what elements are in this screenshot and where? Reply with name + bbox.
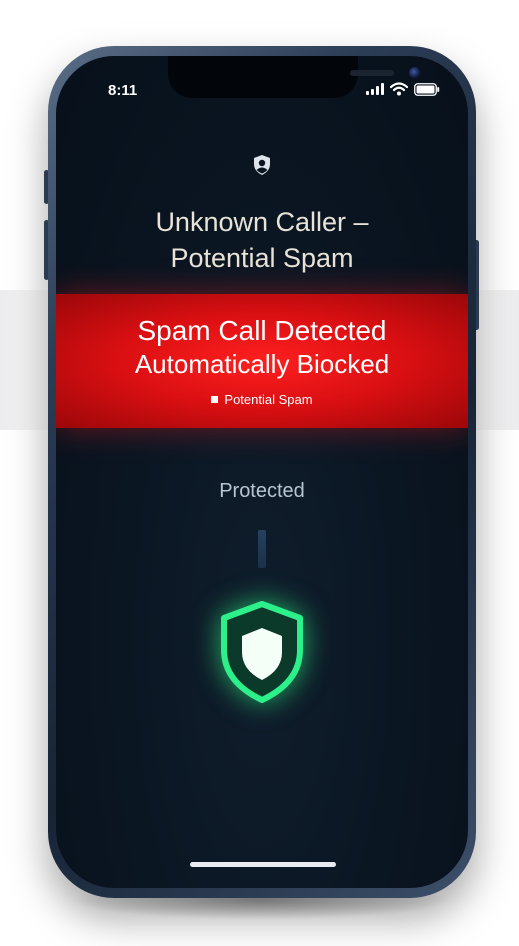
caller-title: Unknown Caller – Potential Spam: [56, 204, 468, 276]
shield-person-icon: [254, 155, 270, 175]
wifi-icon: [390, 82, 408, 96]
status-icons: [366, 82, 440, 96]
battery-icon: [414, 82, 440, 96]
status-time: 8:11: [108, 82, 138, 99]
caller-title-line1: Unknown Caller –: [155, 207, 369, 237]
caller-title-line2: Potential Spam: [170, 243, 354, 273]
protected-label: Protected: [219, 480, 305, 502]
alert-subheading: Automatically Biocked: [134, 349, 390, 379]
alert-heading: Spam Call Detected: [137, 315, 387, 346]
alert-tag-label: Potential Spam: [224, 392, 313, 407]
home-indicator[interactable]: [190, 862, 336, 867]
earpiece-speaker: [350, 70, 394, 76]
alert-tag: Potential Spam: [56, 392, 468, 407]
status-connector: [258, 530, 266, 568]
phone-screen: 8:11 Unknown Caller – Potential Spam Spa…: [56, 56, 468, 888]
shield-check-icon: [216, 600, 308, 704]
notch: [168, 56, 421, 98]
square-bullet-icon: [211, 396, 219, 403]
signal-icon: [366, 83, 384, 95]
front-camera: [409, 67, 421, 79]
spam-alert-banner: Spam Call Detected Automatically Biocked…: [56, 294, 468, 428]
stage: 8:11 Unknown Caller – Potential Spam Spa…: [0, 0, 519, 946]
